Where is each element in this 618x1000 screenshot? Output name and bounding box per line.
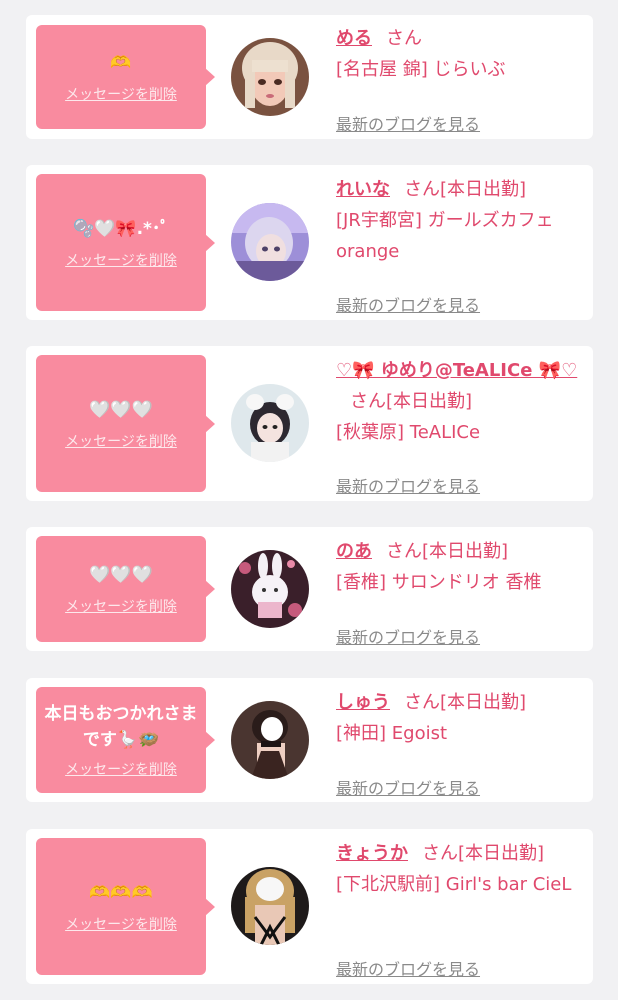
avatar[interactable]	[231, 701, 309, 779]
message-text: 🫧🤍🎀.*･ﾟ	[73, 218, 169, 239]
work-status: [本日出勤]	[422, 541, 509, 562]
delete-message-link[interactable]: メッセージを削除	[65, 250, 177, 270]
shop-name: [神田] Egoist	[336, 723, 448, 744]
avatar[interactable]	[231, 550, 309, 628]
message-bubble: 🫶 メッセージを削除	[36, 25, 215, 129]
member-info: のあ さん[本日出勤] [香椎] サロンドリオ 香椎 最新のブログを見る	[336, 536, 581, 647]
message-bubble: 本日もおつかれさまです🪿🪺 メッセージを削除	[36, 687, 215, 793]
member-info: める さん [名古屋 錦] じらいぶ 最新のブログを見る	[336, 23, 581, 134]
girl-photo-avatar-icon	[231, 38, 309, 116]
message-card: 🫶🫶🫶 メッセージを削除 きょうか さん[本日出勤] [下北沢駅前] Girl's…	[26, 829, 593, 984]
latest-blog-link[interactable]: 最新のブログを見る	[336, 954, 480, 985]
honorific: さん	[404, 692, 440, 713]
girl-photo-avatar-icon	[231, 701, 309, 779]
message-text: 🤍🤍🤍	[89, 399, 153, 420]
delete-message-link[interactable]: メッセージを削除	[65, 759, 177, 779]
member-name-link[interactable]: める	[336, 28, 372, 49]
message-card: 🫶 メッセージを削除 める さん [名古屋 錦] じらいぶ 最新のブログを見る	[26, 15, 593, 139]
message-text: 🫶	[110, 53, 132, 73]
avatar[interactable]	[231, 203, 309, 281]
shop-name: [JR宇都宮] ガールズカフェ orange	[336, 210, 554, 262]
girl-photo-avatar-icon	[231, 203, 309, 281]
latest-blog-link[interactable]: 最新のブログを見る	[336, 109, 480, 140]
girl-photo-avatar-icon	[231, 384, 309, 462]
member-name-link[interactable]: のあ	[336, 541, 372, 562]
latest-blog-link[interactable]: 最新のブログを見る	[336, 471, 480, 502]
message-text: 本日もおつかれさまです🪿🪺	[44, 704, 198, 750]
honorific: さん	[386, 541, 422, 562]
shop-name: [名古屋 錦] じらいぶ	[336, 59, 506, 80]
message-card: 🤍🤍🤍 メッセージを削除 のあ さん[本日出勤] [香椎] サロンドリオ 香椎 最…	[26, 527, 593, 651]
honorific: さん	[422, 843, 458, 864]
shop-name: [香椎] サロンドリオ 香椎	[336, 572, 542, 593]
message-card: 🫧🤍🎀.*･ﾟ メッセージを削除 れいな さん[本日出勤] [JR宇都宮] ガール…	[26, 165, 593, 320]
shop-name: [秋葉原] TeALICe	[336, 422, 481, 443]
latest-blog-link[interactable]: 最新のブログを見る	[336, 622, 480, 653]
delete-message-link[interactable]: メッセージを削除	[65, 914, 177, 934]
work-status: [本日出勤]	[458, 843, 545, 864]
latest-blog-link[interactable]: 最新のブログを見る	[336, 773, 480, 804]
member-name-link[interactable]: れいな	[336, 179, 390, 200]
avatar[interactable]	[231, 38, 309, 116]
member-name-link[interactable]: きょうか	[336, 843, 408, 864]
honorific: さん	[386, 28, 422, 49]
message-bubble: 🤍🤍🤍 メッセージを削除	[36, 536, 215, 642]
member-info: しゅう さん[本日出勤] [神田] Egoist 最新のブログを見る	[336, 687, 581, 798]
work-status: [本日出勤]	[440, 179, 527, 200]
delete-message-link[interactable]: メッセージを削除	[65, 431, 177, 451]
work-status: [本日出勤]	[386, 391, 473, 412]
member-info: れいな さん[本日出勤] [JR宇都宮] ガールズカフェ orange 最新のブロ…	[336, 174, 581, 315]
member-name-link[interactable]: しゅう	[336, 692, 390, 713]
delete-message-link[interactable]: メッセージを削除	[65, 596, 177, 616]
avatar[interactable]	[231, 867, 309, 945]
message-text: 🤍🤍🤍	[89, 565, 153, 585]
latest-blog-link[interactable]: 最新のブログを見る	[336, 290, 480, 321]
plush-bunny-avatar-icon	[231, 550, 309, 628]
message-bubble: 🫧🤍🎀.*･ﾟ メッセージを削除	[36, 174, 215, 311]
avatar[interactable]	[231, 384, 309, 462]
message-text: 🫶🫶🫶	[89, 882, 153, 903]
member-name-link[interactable]: ♡🎀 ゆめり@TeALICe 🎀♡	[336, 360, 577, 381]
delete-message-link[interactable]: メッセージを削除	[65, 84, 177, 104]
honorific: さん	[350, 391, 386, 412]
message-bubble: 🫶🫶🫶 メッセージを削除	[36, 838, 215, 975]
honorific: さん	[404, 179, 440, 200]
girl-photo-avatar-icon	[231, 867, 309, 945]
member-info: ♡🎀 ゆめり@TeALICe 🎀♡さん[本日出勤] [秋葉原] TeALICe …	[336, 355, 581, 496]
member-info: きょうか さん[本日出勤] [下北沢駅前] Girl's bar CieL 最新の…	[336, 838, 581, 979]
shop-name: [下北沢駅前] Girl's bar CieL	[336, 874, 572, 895]
message-card: 🤍🤍🤍 メッセージを削除 ♡🎀 ゆめり@TeALICe 🎀♡ さん[本日出勤] […	[26, 346, 593, 501]
message-card: 本日もおつかれさまです🪿🪺 メッセージを削除 しゅう さん[本日出勤] [神田] …	[26, 678, 593, 802]
message-bubble: 🤍🤍🤍 メッセージを削除	[36, 355, 215, 492]
work-status: [本日出勤]	[440, 692, 527, 713]
